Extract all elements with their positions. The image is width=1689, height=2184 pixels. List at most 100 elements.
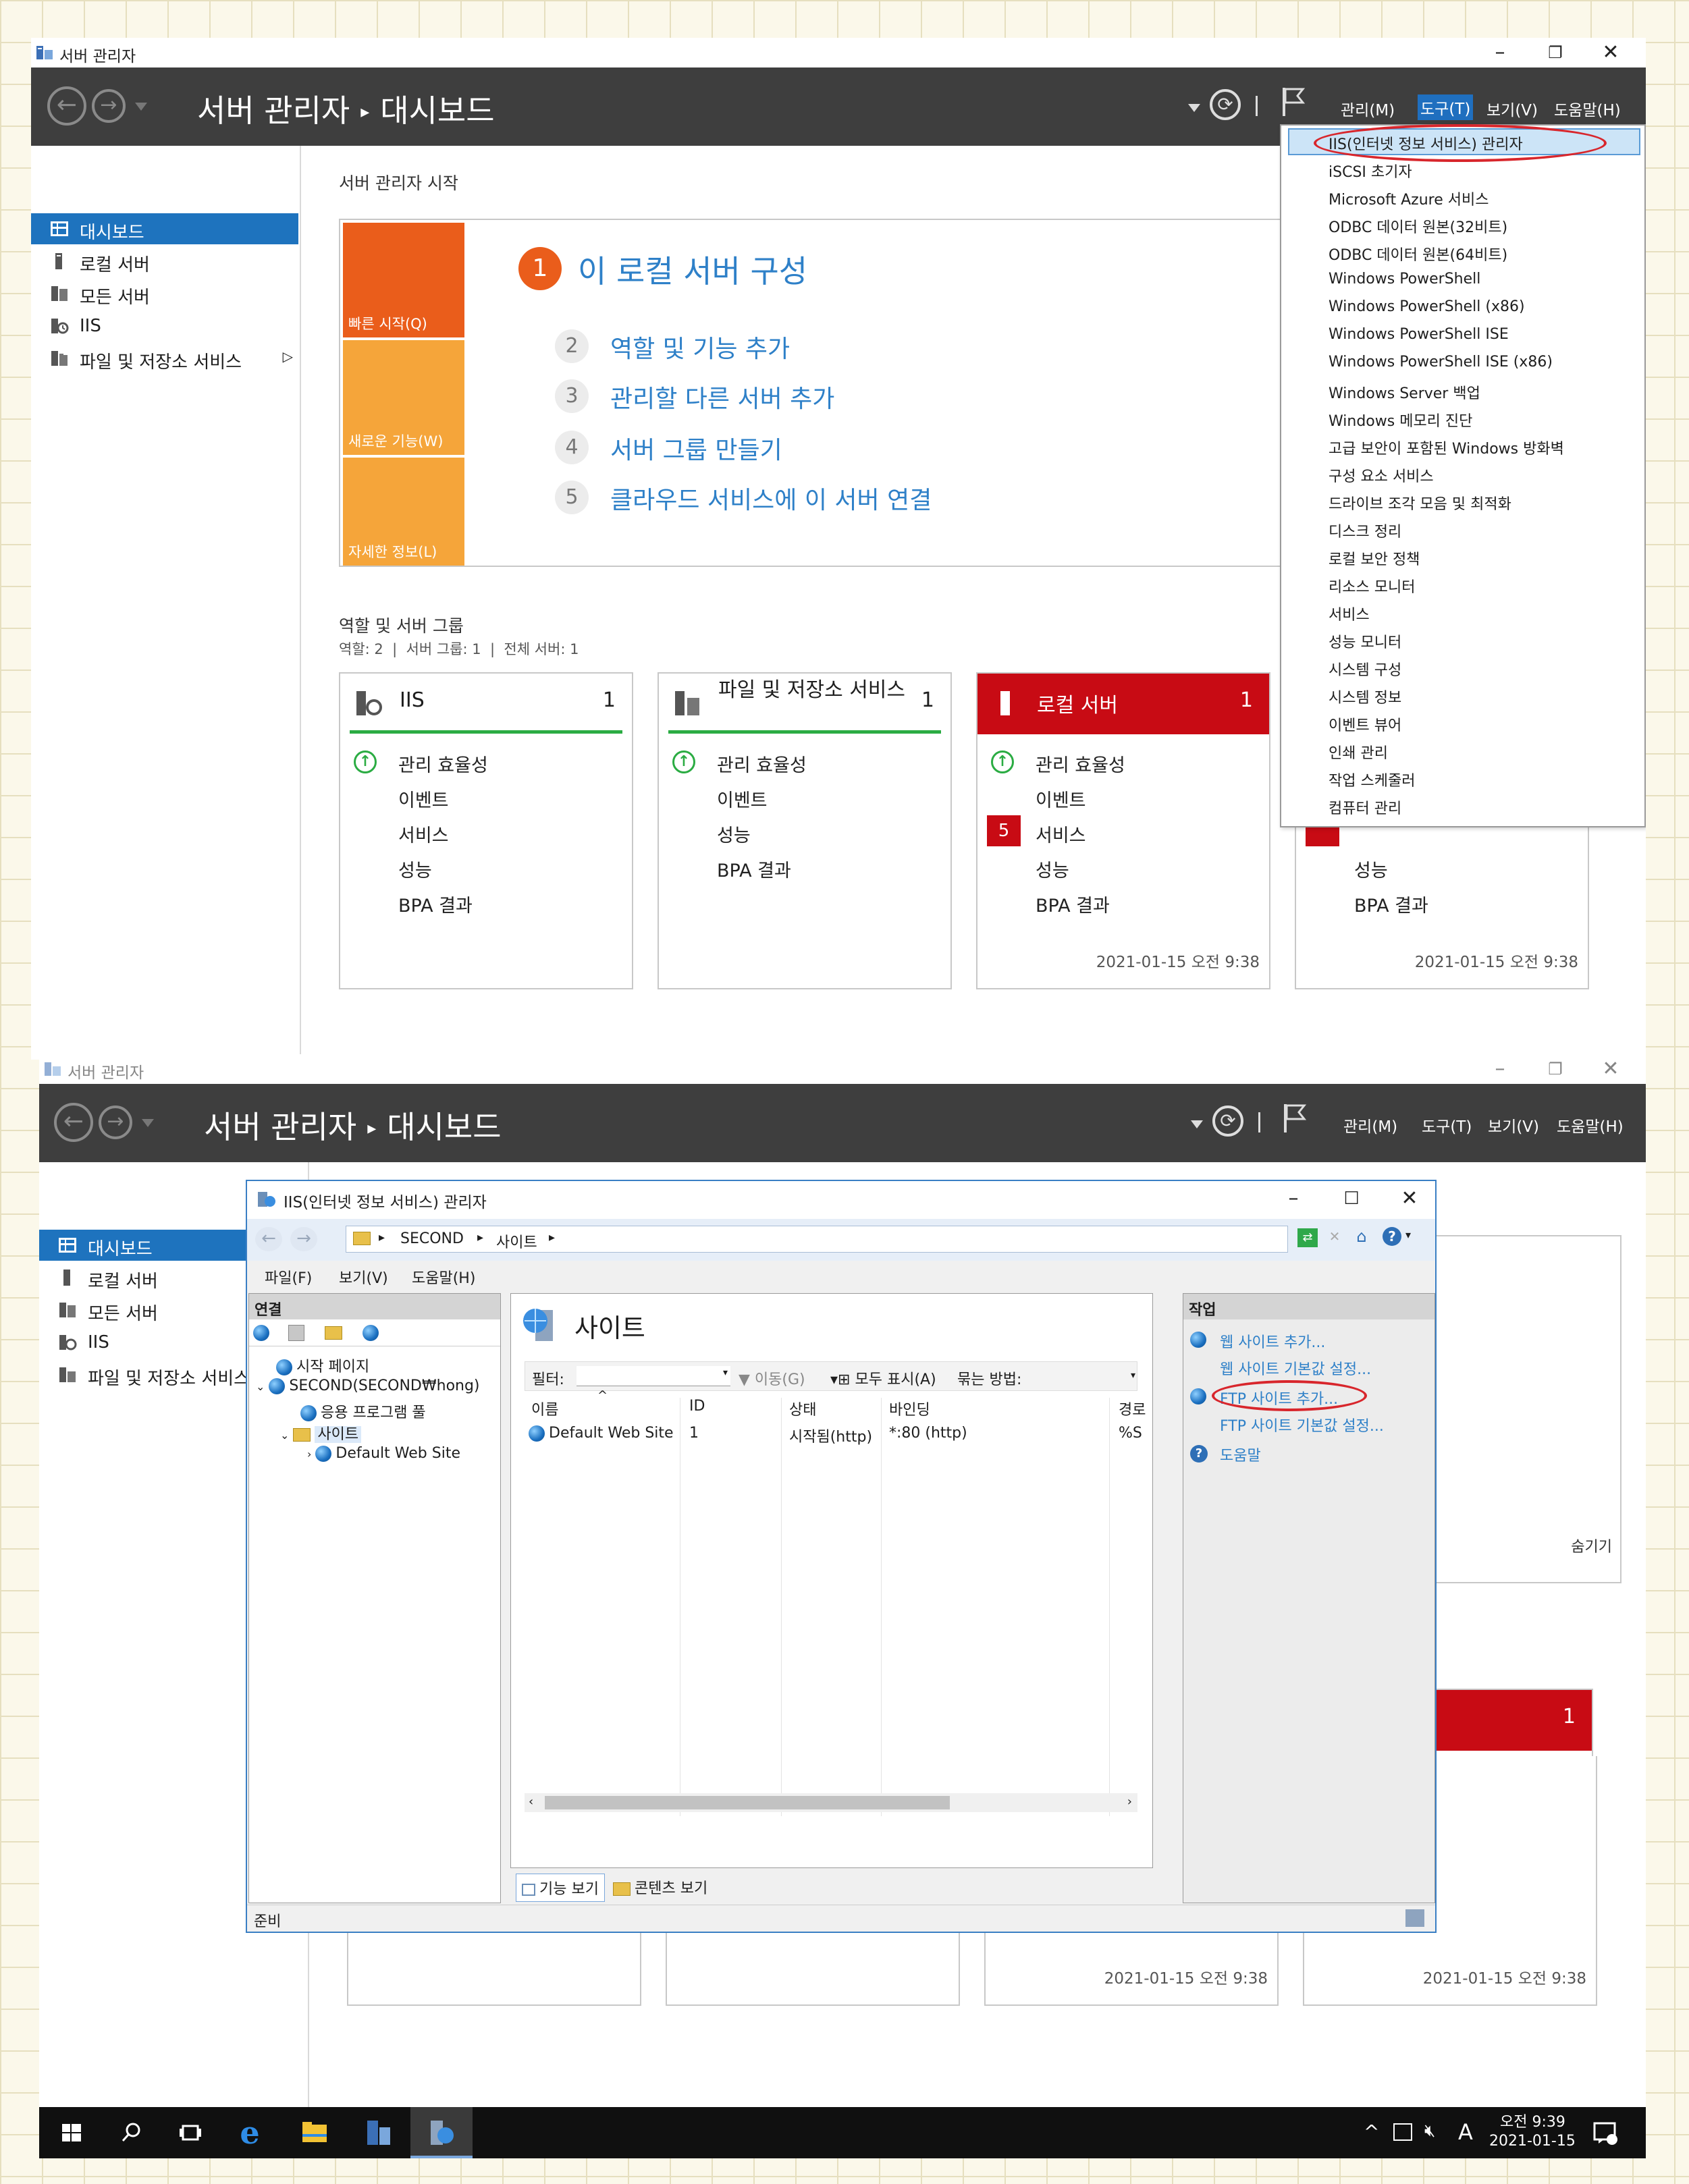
menu-item-odbc-64[interactable]: ODBC 데이터 원본(64비트) [1329, 243, 1507, 265]
menu-item-powershell-ise-x86[interactable]: Windows PowerShell ISE (x86) [1329, 354, 1553, 371]
menu-item-iscsi-initiator[interactable]: iSCSI 초기자 [1329, 160, 1412, 182]
menu-item-resource-monitor[interactable]: 리소스 모니터 [1329, 575, 1415, 597]
card-row-services[interactable]: 서비스 [1036, 821, 1086, 847]
iis-close-button[interactable]: ✕ [1388, 1185, 1431, 1212]
menu-view[interactable]: 보기(V) [339, 1266, 388, 1288]
card-row-performance[interactable]: 성능 [717, 821, 751, 847]
chevron-up-icon[interactable]: ^ [1364, 2121, 1379, 2143]
menu-item-powershell-ise[interactable]: Windows PowerShell ISE [1329, 326, 1509, 343]
task-view-icon[interactable] [171, 2114, 209, 2152]
card-row-bpa[interactable]: BPA 결과 [398, 891, 473, 917]
menu-item-odbc-32[interactable]: ODBC 데이터 원본(32비트) [1329, 215, 1507, 237]
home-icon[interactable]: ⌂ [1351, 1227, 1372, 1247]
menu-item-firewall[interactable]: 고급 보안이 포함된 Windows 방화벽 [1329, 437, 1564, 458]
back-button[interactable]: ← [47, 86, 86, 126]
menu-view[interactable]: 보기(V) [1486, 97, 1538, 120]
back-button[interactable]: ← [255, 1227, 282, 1251]
minimize-button[interactable]: – [1478, 1056, 1522, 1083]
menu-file[interactable]: 파일(F) [265, 1266, 312, 1288]
card-row-bpa[interactable]: BPA 결과 [1354, 891, 1428, 917]
close-button[interactable]: ✕ [1589, 39, 1632, 66]
refresh-icon[interactable]: ⇄ [1297, 1228, 1318, 1247]
col-binding[interactable]: 바인딩 [889, 1398, 930, 1419]
tile-learn-more[interactable]: 자세한 정보(L) [343, 458, 464, 566]
stop-icon[interactable]: ✕ [1324, 1228, 1345, 1247]
card-row-performance[interactable]: 성능 [1036, 856, 1069, 882]
role-card-local-server[interactable]: 로컬 서버 1 ↑ 관리 효율성 이벤트 5 서비스 성능 BPA 결과 202… [976, 672, 1270, 989]
nav-history-dropdown-icon[interactable] [135, 103, 147, 111]
col-path[interactable]: 경로 [1119, 1398, 1146, 1419]
minimize-button[interactable]: – [1478, 39, 1522, 66]
menu-help[interactable]: 도움말(H) [412, 1266, 475, 1288]
forward-button[interactable]: → [92, 89, 126, 123]
windows-start-icon[interactable] [53, 2114, 90, 2152]
dropdown-caret-icon[interactable] [1191, 1120, 1203, 1128]
menu-item-task-scheduler[interactable]: 작업 스케줄러 [1329, 769, 1415, 790]
card-row-manageability[interactable]: 관리 효율성 [717, 750, 807, 777]
card-row-bpa[interactable]: BPA 결과 [717, 856, 791, 882]
address-segment-sites[interactable]: 사이트 [496, 1230, 537, 1252]
sidebar-item-file-storage[interactable]: 파일 및 저장소 서비스 ▷ [31, 343, 298, 374]
restore-button[interactable]: ❐ [1534, 39, 1577, 66]
step-1-link[interactable]: 이 로컬 서버 구성 [578, 247, 807, 292]
sidebar-item-dashboard[interactable]: 대시보드 [31, 213, 298, 244]
menu-item-system-information[interactable]: 시스템 정보 [1329, 686, 1401, 707]
role-card-iis[interactable]: IIS 1 ↑ 관리 효율성 이벤트 서비스 성능 BPA 결과 [339, 672, 633, 989]
menu-item-defrag[interactable]: 드라이브 조각 모음 및 최적화 [1329, 492, 1511, 514]
horizontal-scrollbar[interactable]: ‹ › [525, 1793, 1137, 1812]
col-status[interactable]: 상태 [789, 1398, 816, 1419]
menu-manage[interactable]: 관리(M) [1343, 1114, 1397, 1137]
card-row-performance[interactable]: 성능 [1354, 856, 1388, 882]
tree-item-app-pools[interactable]: 응용 프로그램 풀 [300, 1400, 426, 1422]
tile-quick-start[interactable]: 빠른 시작(Q) [343, 223, 464, 337]
step-5-link[interactable]: 클라우드 서비스에 이 서버 연결 [610, 481, 932, 516]
close-button[interactable]: ✕ [1589, 1056, 1632, 1083]
table-row[interactable]: Default Web Site 1 시작됨(http) *:80 (http)… [525, 1422, 1142, 1446]
col-name[interactable]: 이름 [531, 1398, 558, 1419]
menu-tools[interactable]: 도구(T) [1418, 94, 1474, 120]
restore-button[interactable]: ❐ [1534, 1056, 1577, 1083]
menu-item-powershell[interactable]: Windows PowerShell [1329, 271, 1480, 288]
up-folder-icon[interactable] [325, 1326, 342, 1340]
iis-maximize-button[interactable]: ☐ [1330, 1185, 1373, 1212]
menu-item-memory-diagnostic[interactable]: Windows 메모리 진단 [1329, 409, 1472, 431]
scroll-left-icon[interactable]: ‹ [529, 1795, 533, 1809]
step-3-link[interactable]: 관리할 다른 서버 추가 [610, 379, 834, 414]
step-2-link[interactable]: 역할 및 기능 추가 [610, 329, 790, 364]
filter-input[interactable]: ▾ [577, 1366, 730, 1386]
breadcrumb-app[interactable]: 서버 관리자 [204, 1109, 356, 1145]
refresh-icon[interactable]: ⟳ [1212, 1105, 1243, 1137]
tab-features-view[interactable]: 기능 보기 [516, 1874, 605, 1902]
connect-globe-icon[interactable] [253, 1325, 269, 1341]
scroll-up-icon[interactable]: ▾ [1131, 1370, 1135, 1381]
card-row-bpa[interactable]: BPA 결과 [1036, 891, 1110, 917]
network-icon[interactable] [1393, 2123, 1412, 2141]
disconnect-icon[interactable] [363, 1325, 379, 1341]
tile-whats-new[interactable]: 새로운 기능(W) [343, 340, 464, 455]
search-icon[interactable] [112, 2114, 150, 2152]
col-id[interactable]: ID [689, 1398, 705, 1415]
action-ftp-site-defaults[interactable]: FTP 사이트 기본값 설정... [1220, 1414, 1384, 1436]
expand-arrow-icon[interactable]: ▷ [283, 348, 293, 364]
menu-view[interactable]: 보기(V) [1488, 1114, 1539, 1137]
card-row-services[interactable]: 서비스 [398, 821, 449, 847]
show-all-button[interactable]: ▾⊞ 모두 표시(A) [830, 1367, 936, 1389]
tab-content-view[interactable]: 콘텐츠 보기 [613, 1876, 707, 1898]
step-4-link[interactable]: 서버 그룹 만들기 [610, 431, 782, 466]
tree-item-default-web-site[interactable]: › Default Web Site [307, 1445, 460, 1462]
address-segment-server[interactable]: SECOND [400, 1230, 464, 1247]
menu-item-server-backup[interactable]: Windows Server 백업 [1329, 381, 1480, 403]
go-button[interactable]: ▼ 이동(G) [739, 1367, 805, 1389]
scroll-right-icon[interactable]: › [1127, 1795, 1132, 1809]
tree-item-sites[interactable]: ⌄ 사이트 [280, 1422, 362, 1444]
refresh-icon[interactable]: ⟳ [1210, 89, 1241, 120]
help-icon[interactable]: ? [1383, 1227, 1401, 1246]
menu-help[interactable]: 도움말(H) [1557, 1114, 1624, 1137]
menu-tools[interactable]: 도구(T) [1422, 1114, 1472, 1137]
tree-item-start-page[interactable]: 시작 페이지 [276, 1355, 369, 1376]
menu-item-powershell-x86[interactable]: Windows PowerShell (x86) [1329, 298, 1525, 315]
tree-item-server[interactable]: ⌄ SECOND(SECOND₩hong) [256, 1377, 480, 1394]
server-manager-taskbar-icon[interactable] [359, 2114, 397, 2152]
scroll-thumb[interactable] [545, 1796, 950, 1809]
menu-item-performance-monitor[interactable]: 성능 모니터 [1329, 630, 1401, 652]
